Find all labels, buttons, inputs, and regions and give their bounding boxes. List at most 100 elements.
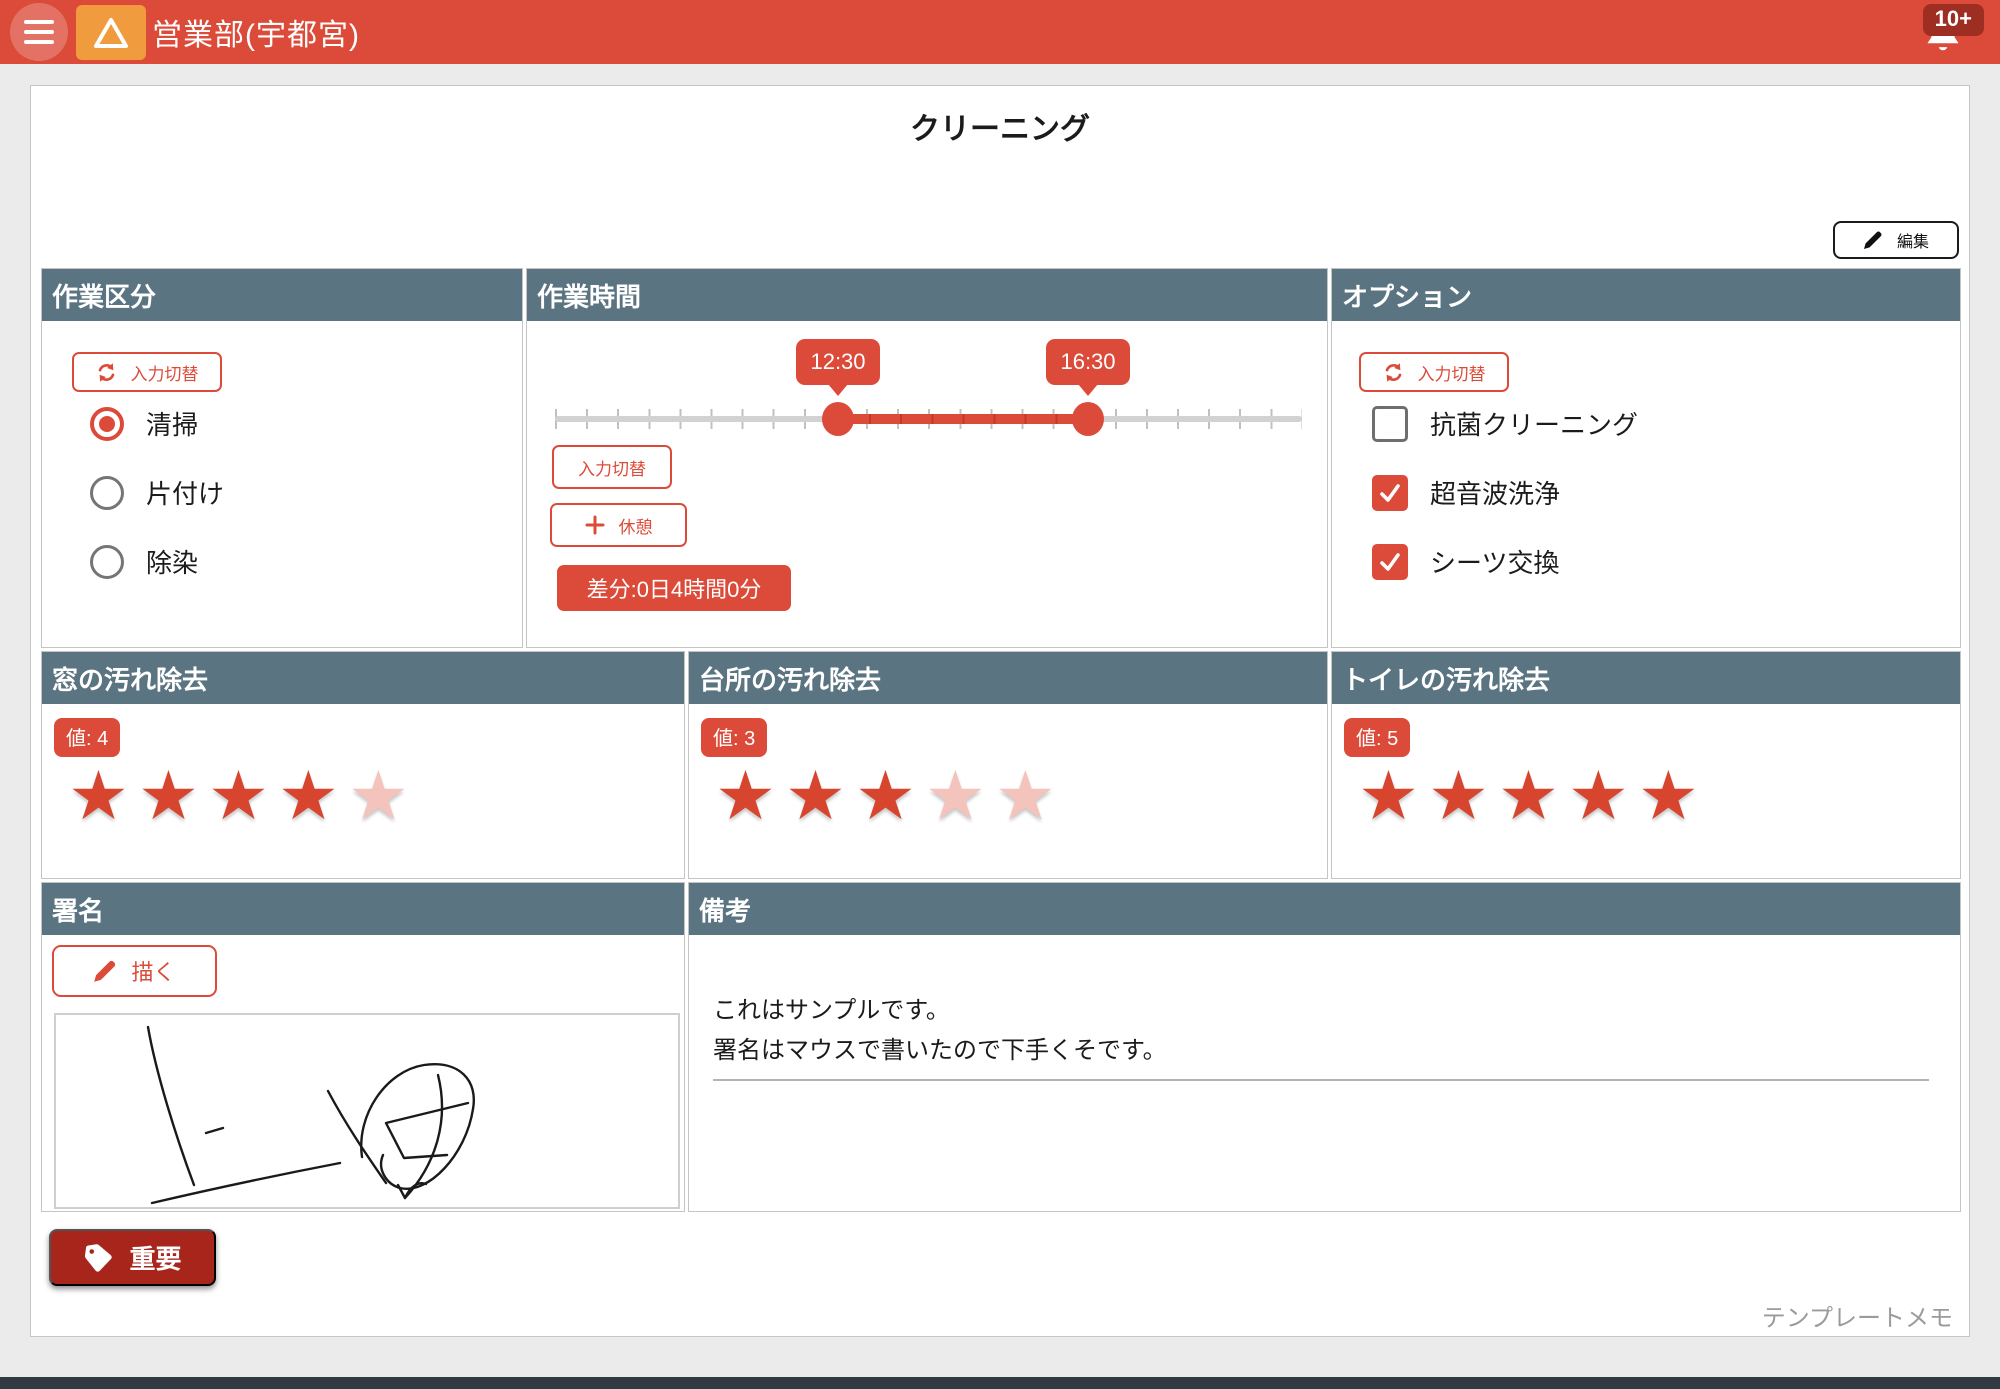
time-slider-end-handle[interactable] bbox=[1072, 402, 1104, 436]
radio-icon bbox=[90, 407, 124, 441]
section-signature-title: 署名 bbox=[42, 883, 684, 935]
edit-button[interactable]: 編集 bbox=[1833, 221, 1959, 259]
star-icon[interactable]: ★ bbox=[1498, 758, 1568, 834]
star-icon[interactable]: ★ bbox=[138, 758, 208, 834]
work-time-input-toggle-button[interactable]: 入力切替 bbox=[552, 445, 672, 489]
refresh-icon bbox=[96, 362, 117, 383]
rating-kitchen-stars[interactable]: ★★★★★ bbox=[715, 762, 1065, 830]
section-options-title: オプション bbox=[1332, 269, 1960, 321]
star-icon[interactable]: ★ bbox=[1428, 758, 1498, 834]
edit-button-label: 編集 bbox=[1897, 228, 1929, 252]
star-icon[interactable]: ★ bbox=[68, 758, 138, 834]
add-break-label: 休憩 bbox=[619, 513, 653, 538]
star-icon[interactable]: ★ bbox=[1638, 758, 1708, 834]
time-slider-selected-range bbox=[838, 414, 1088, 424]
time-end-value: 16:30 bbox=[1060, 349, 1115, 375]
plus-icon bbox=[585, 515, 605, 535]
checkbox-icon bbox=[1372, 406, 1408, 442]
work-time-input-toggle-label: 入力切替 bbox=[578, 455, 646, 480]
radio-katazuke[interactable]: 片付け bbox=[90, 474, 224, 511]
time-start-tooltip: 12:30 bbox=[796, 339, 880, 385]
app-logo[interactable] bbox=[76, 5, 146, 60]
radio-katazuke-label: 片付け bbox=[146, 474, 224, 511]
section-signature: 署名 描く bbox=[41, 882, 685, 1212]
tag-icon bbox=[83, 1243, 113, 1273]
star-icon[interactable]: ★ bbox=[715, 758, 785, 834]
star-icon[interactable]: ★ bbox=[995, 758, 1065, 834]
star-icon[interactable]: ★ bbox=[278, 758, 348, 834]
signature-drawing bbox=[56, 1015, 678, 1207]
radio-josen[interactable]: 除染 bbox=[90, 543, 198, 580]
remarks-text[interactable]: これはサンプルです。 署名はマウスで書いたので下手くそです。 bbox=[713, 991, 1167, 1071]
remarks-underline bbox=[713, 1079, 1929, 1081]
app-title: 営業部(宇都宮) bbox=[152, 0, 360, 64]
remarks-line-2: 署名はマウスで書いたので下手くそです。 bbox=[713, 1031, 1167, 1071]
refresh-icon bbox=[1383, 362, 1404, 383]
check-icon bbox=[1378, 481, 1402, 505]
page-title: クリーニング bbox=[31, 104, 1969, 148]
bottom-bar bbox=[0, 1377, 2000, 1389]
rating-window-title: 窓の汚れ除去 bbox=[42, 652, 684, 704]
app-bar: 営業部(宇都宮) 10+ bbox=[0, 0, 2000, 64]
section-rating-kitchen: 台所の汚れ除去 値: 3 ★★★★★ bbox=[688, 651, 1328, 879]
work-category-input-toggle-button[interactable]: 入力切替 bbox=[72, 352, 222, 392]
section-work-category: 作業区分 入力切替 清掃 片付け 除染 bbox=[41, 268, 523, 648]
star-icon[interactable]: ★ bbox=[855, 758, 925, 834]
section-rating-window: 窓の汚れ除去 値: 4 ★★★★★ bbox=[41, 651, 685, 879]
checkbox-icon bbox=[1372, 544, 1408, 580]
important-tag-label: 重要 bbox=[129, 1239, 181, 1276]
options-input-toggle-button[interactable]: 入力切替 bbox=[1359, 352, 1509, 392]
signature-canvas[interactable] bbox=[54, 1013, 680, 1209]
important-tag-button[interactable]: 重要 bbox=[49, 1229, 216, 1286]
add-break-button[interactable]: 休憩 bbox=[550, 503, 687, 547]
checkbox-icon bbox=[1372, 475, 1408, 511]
section-work-time: 作業時間 12:30 16:30 入力切替 休憩 差分:0日4時間0分 bbox=[526, 268, 1328, 648]
radio-seisou-label: 清掃 bbox=[146, 405, 198, 442]
rating-kitchen-title: 台所の汚れ除去 bbox=[689, 652, 1327, 704]
rating-toilet-value-badge: 値: 5 bbox=[1344, 718, 1410, 757]
hamburger-icon bbox=[24, 20, 54, 44]
section-remarks: 備考 これはサンプルです。 署名はマウスで書いたので下手くそです。 bbox=[688, 882, 1961, 1212]
radio-seisou[interactable]: 清掃 bbox=[90, 405, 198, 442]
time-end-tooltip: 16:30 bbox=[1046, 339, 1130, 385]
rating-toilet-stars[interactable]: ★★★★★ bbox=[1358, 762, 1708, 830]
time-start-value: 12:30 bbox=[810, 349, 865, 375]
checkbox-sheets-label: シーツ交換 bbox=[1430, 543, 1559, 580]
radio-icon bbox=[90, 476, 124, 510]
rating-toilet-title: トイレの汚れ除去 bbox=[1332, 652, 1960, 704]
star-icon[interactable]: ★ bbox=[208, 758, 278, 834]
radio-icon bbox=[90, 545, 124, 579]
rating-window-stars[interactable]: ★★★★★ bbox=[68, 762, 418, 830]
time-diff-badge: 差分:0日4時間0分 bbox=[557, 565, 791, 611]
section-rating-toilet: トイレの汚れ除去 値: 5 ★★★★★ bbox=[1331, 651, 1961, 879]
rating-kitchen-value-badge: 値: 3 bbox=[701, 718, 767, 757]
check-icon bbox=[1378, 550, 1402, 574]
notification-count-badge[interactable]: 10+ bbox=[1923, 4, 1984, 36]
star-icon[interactable]: ★ bbox=[785, 758, 855, 834]
checkbox-chouonpa-senjou[interactable]: 超音波洗浄 bbox=[1372, 474, 1560, 511]
checkbox-koukin-label: 抗菌クリーニング bbox=[1430, 405, 1638, 442]
star-icon[interactable]: ★ bbox=[1568, 758, 1638, 834]
pencil-icon bbox=[1863, 230, 1883, 250]
section-options: オプション 入力切替 抗菌クリーニング 超 bbox=[1331, 268, 1961, 648]
star-icon[interactable]: ★ bbox=[348, 758, 418, 834]
remarks-line-1: これはサンプルです。 bbox=[713, 991, 1167, 1031]
checkbox-chouonpa-label: 超音波洗浄 bbox=[1430, 474, 1560, 511]
radio-josen-label: 除染 bbox=[146, 543, 198, 580]
draw-signature-label: 描く bbox=[131, 955, 175, 987]
section-work-time-title: 作業時間 bbox=[527, 269, 1327, 321]
template-card: クリーニング 編集 作業区分 入力切替 清掃 片付け 除 bbox=[30, 85, 1970, 1337]
triangle-logo-icon bbox=[92, 16, 130, 50]
star-icon[interactable]: ★ bbox=[1358, 758, 1428, 834]
draw-signature-button[interactable]: 描く bbox=[52, 945, 217, 997]
section-work-category-title: 作業区分 bbox=[42, 269, 522, 321]
checkbox-sheets-koukan[interactable]: シーツ交換 bbox=[1372, 543, 1559, 580]
work-category-input-toggle-label: 入力切替 bbox=[131, 360, 199, 385]
options-input-toggle-label: 入力切替 bbox=[1418, 360, 1486, 385]
checkbox-koukin-cleaning[interactable]: 抗菌クリーニング bbox=[1372, 405, 1638, 442]
rating-window-value-badge: 値: 4 bbox=[54, 718, 120, 757]
time-slider-start-handle[interactable] bbox=[822, 402, 854, 436]
hamburger-menu-button[interactable] bbox=[10, 3, 68, 61]
template-memo-label: テンプレートメモ bbox=[1762, 1298, 1953, 1333]
star-icon[interactable]: ★ bbox=[925, 758, 995, 834]
